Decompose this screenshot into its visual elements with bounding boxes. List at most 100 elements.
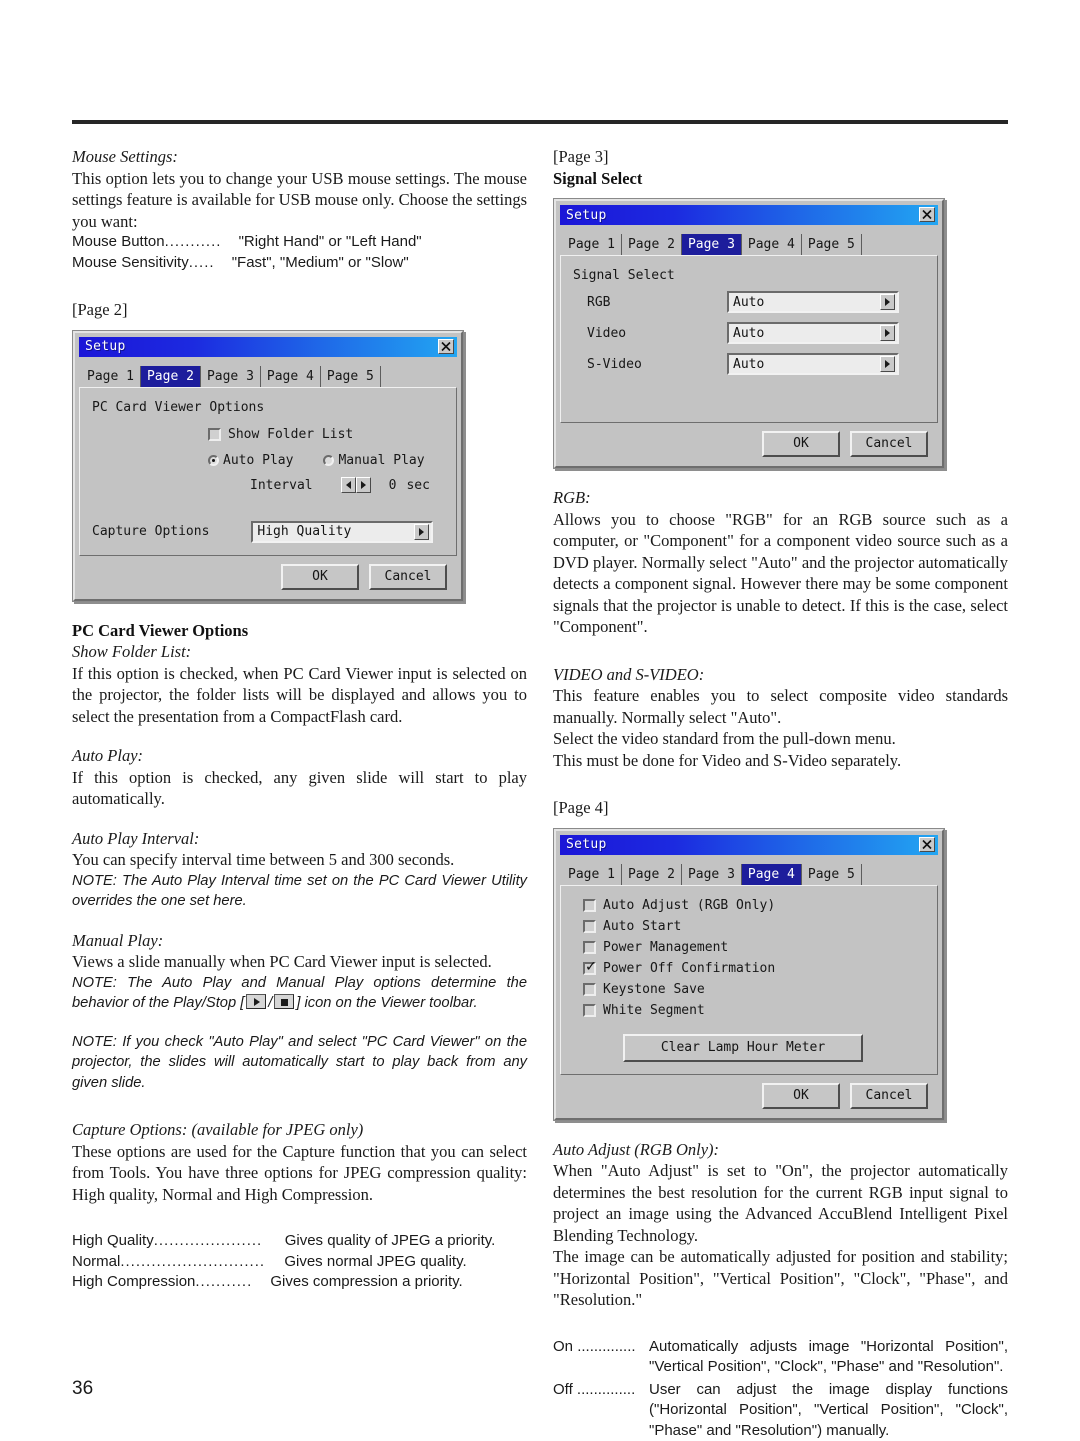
auto-adjust-checkbox[interactable] (583, 898, 596, 912)
capture-options-row[interactable]: Capture Options High Quality (92, 520, 444, 543)
tab-page-5[interactable]: Page 5 (802, 863, 862, 885)
cancel-button[interactable]: Cancel (850, 1082, 928, 1109)
tab-page-5[interactable]: Page 5 (321, 365, 381, 387)
auto-play-label: Auto Play (223, 452, 294, 468)
tab-page-4[interactable]: Page 4 (742, 234, 802, 255)
auto-adjust-off-key: Off .............. (553, 1380, 636, 1398)
page2-label: [Page 2] (72, 300, 128, 319)
tab-page-2[interactable]: Page 2 (622, 234, 682, 255)
keystone-save-checkbox[interactable] (583, 982, 596, 996)
auto-play-interval-note: NOTE: The Auto Play Interval time set on… (72, 872, 527, 910)
high-compression-label: High Compression (72, 1273, 196, 1290)
dialog-title: Setup (566, 837, 607, 852)
rgb-select[interactable]: Auto (727, 291, 899, 313)
dialog-inner-frame: Setup Page 1 Page 2 Page 3 Page 4 Page 5 (554, 828, 944, 1120)
svideo-select[interactable]: Auto (727, 353, 899, 375)
dialog-tabs[interactable]: Page 1 Page 2 Page 3 Page 4 Page 5 (560, 231, 938, 255)
tab-page-3[interactable]: Page 3 (681, 234, 742, 255)
play-icon (246, 994, 267, 1009)
power-off-confirmation-checkbox[interactable]: ✓ (583, 960, 597, 975)
setup-dialog-page4[interactable]: Setup Page 1 Page 2 Page 3 Page 4 Page 5 (553, 827, 945, 1121)
setup-dialog-page3[interactable]: Setup Page 1 Page 2 Page 3 Page 4 Page 5 (553, 198, 945, 469)
show-folder-list-row[interactable]: Show Folder List (208, 425, 444, 444)
chevron-right-icon[interactable] (414, 523, 430, 540)
power-management-checkbox[interactable] (583, 940, 596, 954)
tab-page-2[interactable]: Page 2 (622, 863, 682, 885)
cancel-button[interactable]: Cancel (850, 431, 928, 457)
manual-play-heading: Manual Play: (72, 930, 164, 950)
auto-adjust-heading: Auto Adjust (RGB Only): (553, 1139, 720, 1159)
svideo-row[interactable]: S-Video Auto (587, 353, 925, 375)
dialog-titlebar: Setup (560, 205, 938, 225)
power-management-row[interactable]: Power Management (583, 938, 925, 957)
rgb-value: Auto (733, 294, 765, 310)
normal-value: Gives normal JPEG quality. (284, 1252, 467, 1270)
dialog-tabs[interactable]: Page 1 Page 2 Page 3 Page 4 Page 5 (560, 861, 938, 885)
rgb-row[interactable]: RGB Auto (587, 291, 925, 313)
auto-start-row[interactable]: Auto Start (583, 917, 925, 936)
tab-page-4[interactable]: Page 4 (261, 365, 321, 387)
manual-play-note-separator: / (268, 995, 273, 1011)
chevron-right-icon[interactable] (880, 294, 895, 310)
tab-page-5[interactable]: Page 5 (802, 234, 862, 255)
chevron-right-icon[interactable] (880, 356, 895, 372)
power-off-confirmation-row[interactable]: ✓ Power Off Confirmation (583, 959, 925, 978)
tab-panel-page3: Signal Select RGB Auto Video Auto S-Vide… (560, 255, 938, 423)
auto-adjust-label: Auto Adjust (RGB Only) (603, 897, 776, 913)
tab-page-3[interactable]: Page 3 (682, 863, 742, 885)
white-segment-checkbox[interactable] (583, 1003, 596, 1017)
tab-panel-page2: PC Card Viewer Options Show Folder List … (79, 386, 457, 556)
video-value: Auto (733, 325, 765, 341)
rgb-body: Allows you to choose "RGB" for an RGB so… (553, 509, 1008, 637)
svideo-value: Auto (733, 356, 765, 372)
manual-play-note-part2: ] icon on the Viewer toolbar. (296, 995, 478, 1011)
tab-page-4[interactable]: Page 4 (741, 863, 802, 885)
capture-options-select[interactable]: High Quality (251, 520, 434, 543)
mouse-sensitivity-label: Mouse Sensitivity (72, 253, 189, 271)
dialog-tabs[interactable]: Page 1 Page 2 Page 3 Page 4 Page 5 (79, 363, 457, 387)
video-row[interactable]: Video Auto (587, 322, 925, 344)
tab-page-2[interactable]: Page 2 (140, 365, 201, 387)
auto-play-radio[interactable] (208, 454, 219, 466)
interval-increment-icon[interactable] (355, 477, 371, 493)
tab-page-1[interactable]: Page 1 (81, 365, 141, 387)
interval-row[interactable]: Interval 0 sec (250, 476, 444, 495)
auto-start-checkbox[interactable] (583, 919, 596, 933)
ok-button[interactable]: OK (281, 563, 359, 590)
close-icon[interactable] (919, 836, 935, 852)
capture-options-body: These options are used for the Capture f… (72, 1141, 527, 1204)
white-segment-row[interactable]: White Segment (583, 1001, 925, 1020)
auto-adjust-para2: The image can be automatically adjusted … (553, 1247, 1008, 1309)
capture-options-value: High Quality (257, 524, 352, 539)
capture-options-label: Capture Options (92, 524, 210, 539)
tab-page-1[interactable]: Page 1 (562, 234, 622, 255)
clear-lamp-hour-meter-button[interactable]: Clear Lamp Hour Meter (623, 1033, 863, 1062)
ok-button[interactable]: OK (762, 1082, 840, 1109)
interval-decrement-icon[interactable] (340, 477, 356, 493)
mouse-settings-body: This option lets you to change your USB … (72, 168, 527, 231)
close-icon[interactable] (438, 338, 454, 354)
manual-play-radio[interactable] (323, 454, 335, 466)
interval-stepper[interactable] (340, 477, 371, 493)
play-mode-radio-row[interactable]: Auto Play Manual Play (208, 451, 444, 470)
high-quality-row: High Quality ..................... Gives… (72, 1231, 527, 1252)
video-select[interactable]: Auto (727, 322, 899, 344)
chevron-right-icon[interactable] (880, 325, 895, 341)
leader-dots: ............................ (120, 1252, 266, 1270)
ok-button[interactable]: OK (762, 431, 840, 457)
keystone-save-row[interactable]: Keystone Save (583, 980, 925, 999)
close-icon[interactable] (919, 207, 935, 222)
cancel-button[interactable]: Cancel (369, 563, 447, 590)
auto-adjust-row[interactable]: Auto Adjust (RGB Only) (583, 896, 925, 915)
dialog-buttonbar-page4: OK Cancel (560, 1074, 938, 1113)
left-column: Mouse Settings: This option lets you to … (72, 146, 527, 1293)
interval-label: Interval (250, 477, 313, 493)
normal-label: Normal (72, 1252, 121, 1270)
show-folder-list-checkbox[interactable] (208, 427, 221, 441)
tab-page-1[interactable]: Page 1 (562, 863, 622, 885)
dialog-buttonbar-page2: OK Cancel (79, 555, 457, 594)
setup-dialog-page2[interactable]: Setup Page 1 Page 2 Page 3 Page 4 Page 5 (72, 329, 464, 602)
signal-select-group-label: Signal Select (573, 268, 675, 283)
tab-page-3[interactable]: Page 3 (201, 365, 261, 387)
stop-icon (274, 994, 295, 1009)
